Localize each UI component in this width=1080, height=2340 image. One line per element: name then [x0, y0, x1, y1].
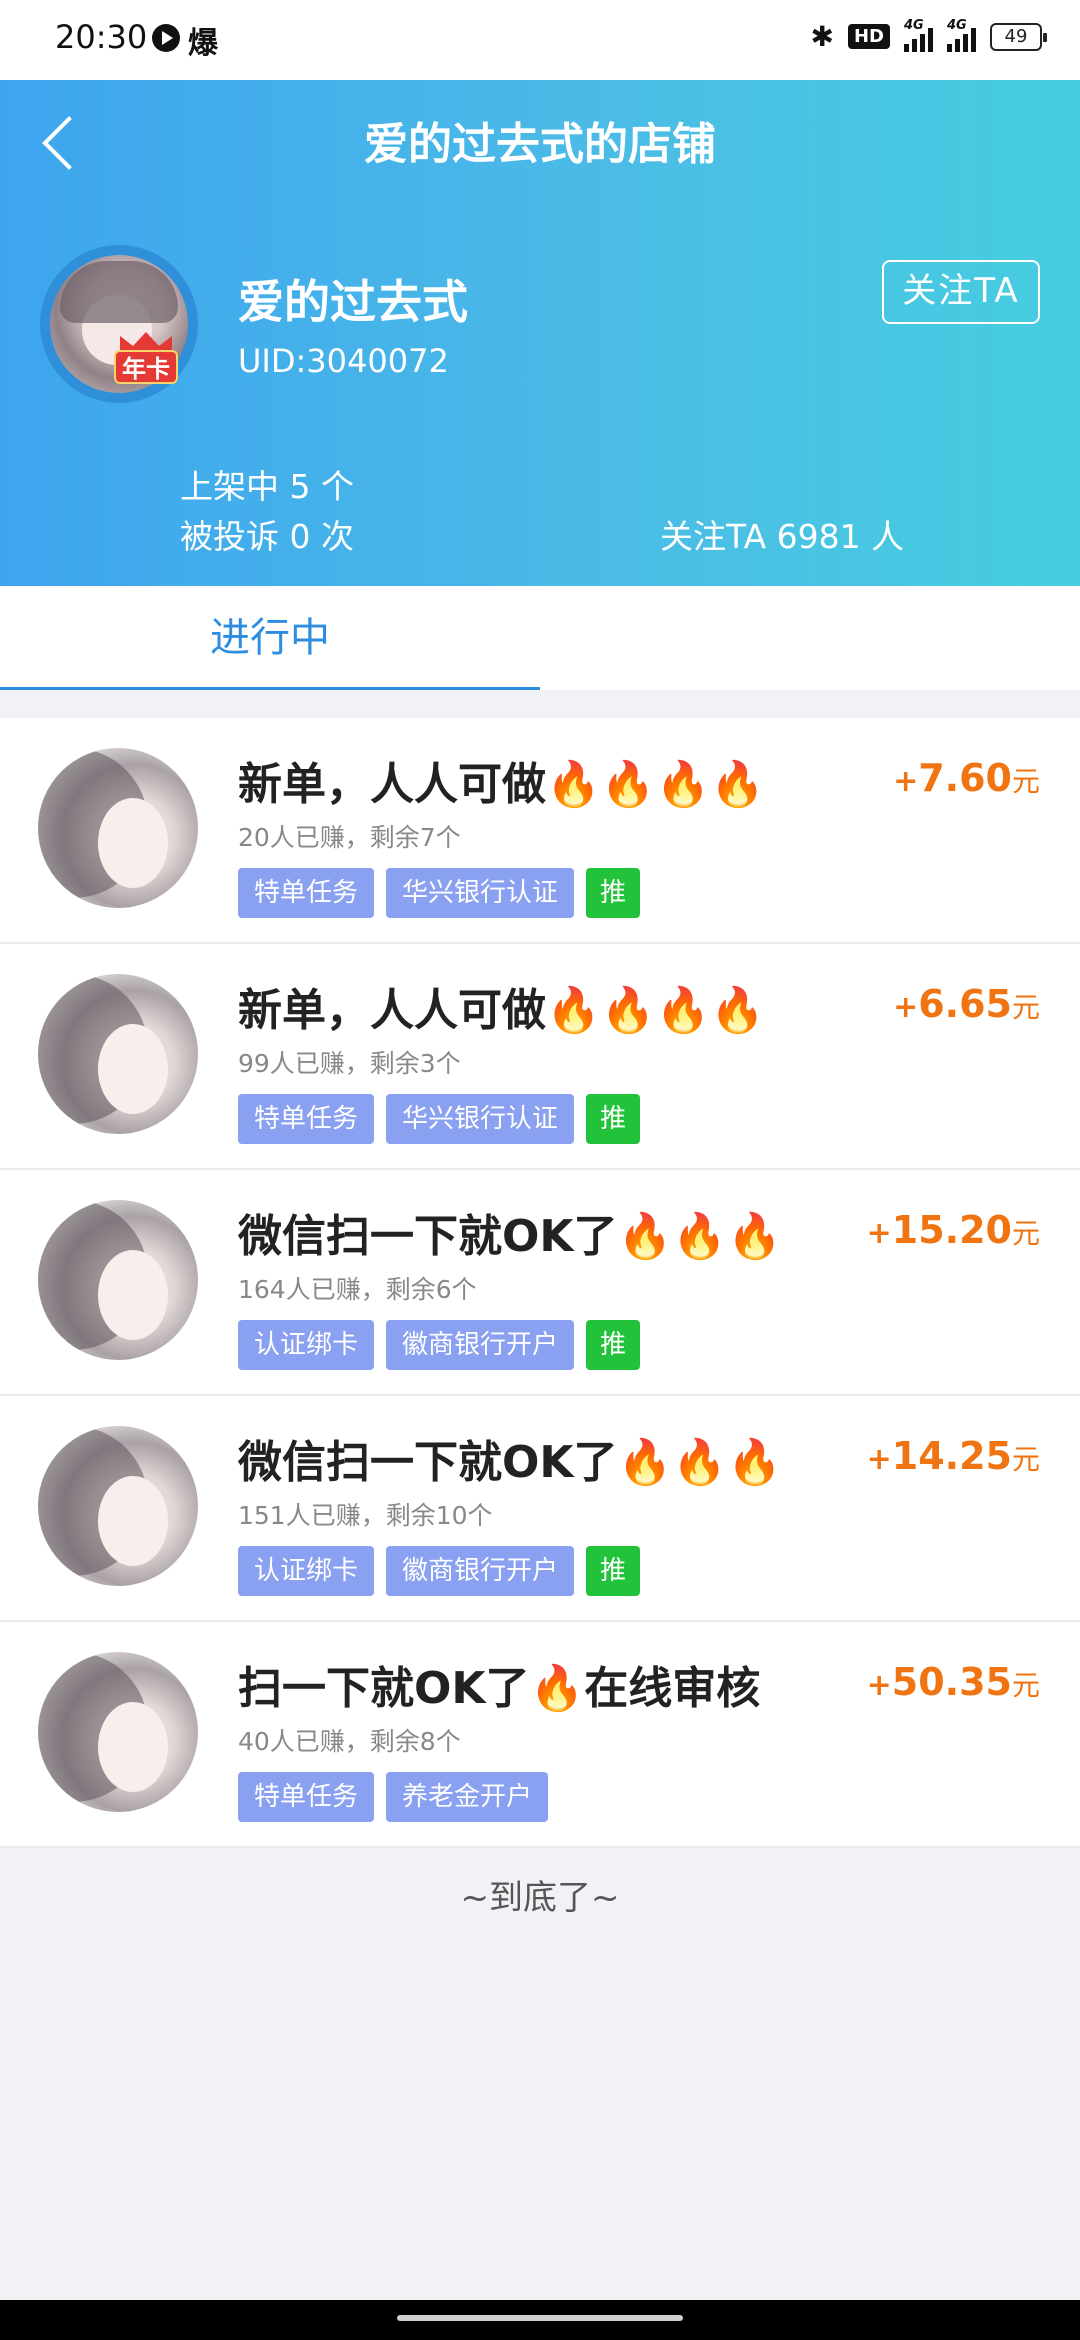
- task-tag: 特单任务: [238, 1772, 375, 1822]
- hd-icon: HD: [847, 24, 890, 49]
- status-icons: ✱ HD 4G 4G 49: [810, 18, 1047, 53]
- page-title: 爱的过去式的店铺: [364, 119, 716, 170]
- task-tags: 特单任务 养老金开户: [238, 1772, 549, 1822]
- push-tag: 推: [586, 1320, 641, 1370]
- tab-bar: 进行中: [0, 586, 1080, 690]
- task-item[interactable]: 新单，人人可做🔥🔥🔥🔥 99人已赚，剩余3个 特单任务 华兴银行认证 推 +6.…: [0, 944, 1080, 1170]
- task-title: 新单，人人可做🔥🔥🔥🔥: [238, 985, 766, 1036]
- status-time: 20:30: [55, 18, 148, 56]
- task-title: 微信扫一下就OK了🔥🔥🔥: [238, 1437, 782, 1488]
- task-tag: 徽商银行开户: [386, 1546, 575, 1596]
- task-reward: +6.65元: [893, 982, 1040, 1026]
- task-tag: 认证绑卡: [238, 1546, 375, 1596]
- task-reward: +15.20元: [866, 1208, 1040, 1252]
- home-gesture-handle[interactable]: [397, 2315, 683, 2321]
- task-tag: 华兴银行认证: [386, 868, 575, 918]
- task-tag: 徽商银行开户: [386, 1320, 575, 1370]
- status-bar: 20:30 爆 ✱ HD 4G 4G 49: [0, 0, 1080, 80]
- signal-icon-2: 4G: [947, 18, 976, 52]
- task-avatar: [38, 1426, 198, 1586]
- task-tag: 养老金开户: [386, 1772, 549, 1822]
- task-stats: 99人已赚，剩余3个: [238, 1049, 461, 1078]
- task-tag: 特单任务: [238, 1094, 375, 1144]
- annual-card-crown-icon: 年卡: [114, 332, 178, 388]
- task-tags: 认证绑卡 徽商银行开户 推: [238, 1320, 641, 1370]
- push-tag: 推: [586, 1094, 641, 1144]
- task-avatar: [38, 974, 198, 1134]
- task-title: 扫一下就OK了🔥在线审核: [238, 1663, 761, 1714]
- task-item[interactable]: 新单，人人可做🔥🔥🔥🔥 20人已赚，剩余7个 特单任务 华兴银行认证 推 +7.…: [0, 718, 1080, 944]
- task-reward: +50.35元: [866, 1660, 1040, 1704]
- play-icon: [152, 24, 180, 52]
- task-tag: 华兴银行认证: [386, 1094, 575, 1144]
- task-item[interactable]: 微信扫一下就OK了🔥🔥🔥 151人已赚，剩余10个 认证绑卡 徽商银行开户 推 …: [0, 1396, 1080, 1622]
- system-nav-bar: [0, 2300, 1080, 2340]
- task-title: 微信扫一下就OK了🔥🔥🔥: [238, 1211, 782, 1262]
- shop-name: 爱的过去式: [238, 275, 468, 329]
- bluetooth-icon: ✱: [810, 20, 834, 53]
- task-avatar: [38, 1200, 198, 1360]
- task-stats: 20人已赚，剩余7个: [238, 823, 461, 852]
- task-stats: 40人已赚，剩余8个: [238, 1727, 461, 1756]
- battery-icon: 49: [990, 22, 1047, 51]
- app-notification-icon: 爆: [188, 26, 218, 61]
- shop-uid: UID:3040072: [238, 342, 449, 380]
- follower-count: 关注TA 6981 人: [660, 517, 905, 556]
- list-end-text: ~到底了~: [460, 1878, 620, 1918]
- complaint-count: 被投诉 0 次: [180, 517, 354, 556]
- task-stats: 164人已赚，剩余6个: [238, 1275, 477, 1304]
- task-list: 新单，人人可做🔥🔥🔥🔥 20人已赚，剩余7个 特单任务 华兴银行认证 推 +7.…: [0, 718, 1080, 1848]
- task-tags: 特单任务 华兴银行认证 推: [238, 1094, 641, 1144]
- task-tags: 认证绑卡 徽商银行开户 推: [238, 1546, 641, 1596]
- annual-card-badge: 年卡: [114, 350, 178, 384]
- follow-button[interactable]: 关注TA: [882, 260, 1040, 324]
- shop-header: 爱的过去式的店铺 年卡 爱的过去式 UID:3040072 关注TA 上架中 5…: [0, 80, 1080, 586]
- signal-icon: 4G: [904, 18, 933, 52]
- push-tag: 推: [586, 868, 641, 918]
- task-tags: 特单任务 华兴银行认证 推: [238, 868, 641, 918]
- task-avatar: [38, 1652, 198, 1812]
- tab-indicator: [0, 687, 540, 690]
- task-tag: 特单任务: [238, 868, 375, 918]
- task-item[interactable]: 扫一下就OK了🔥在线审核 40人已赚，剩余8个 特单任务 养老金开户 +50.3…: [0, 1622, 1080, 1848]
- task-title: 新单，人人可做🔥🔥🔥🔥: [238, 759, 766, 810]
- push-tag: 推: [586, 1546, 641, 1596]
- task-item[interactable]: 微信扫一下就OK了🔥🔥🔥 164人已赚，剩余6个 认证绑卡 徽商银行开户 推 +…: [0, 1170, 1080, 1396]
- listed-count: 上架中 5 个: [180, 467, 354, 506]
- task-tag: 认证绑卡: [238, 1320, 375, 1370]
- task-stats: 151人已赚，剩余10个: [238, 1501, 493, 1530]
- tab-in-progress[interactable]: 进行中: [0, 586, 540, 690]
- task-reward: +14.25元: [866, 1434, 1040, 1478]
- task-avatar: [38, 748, 198, 908]
- task-reward: +7.60元: [893, 756, 1040, 800]
